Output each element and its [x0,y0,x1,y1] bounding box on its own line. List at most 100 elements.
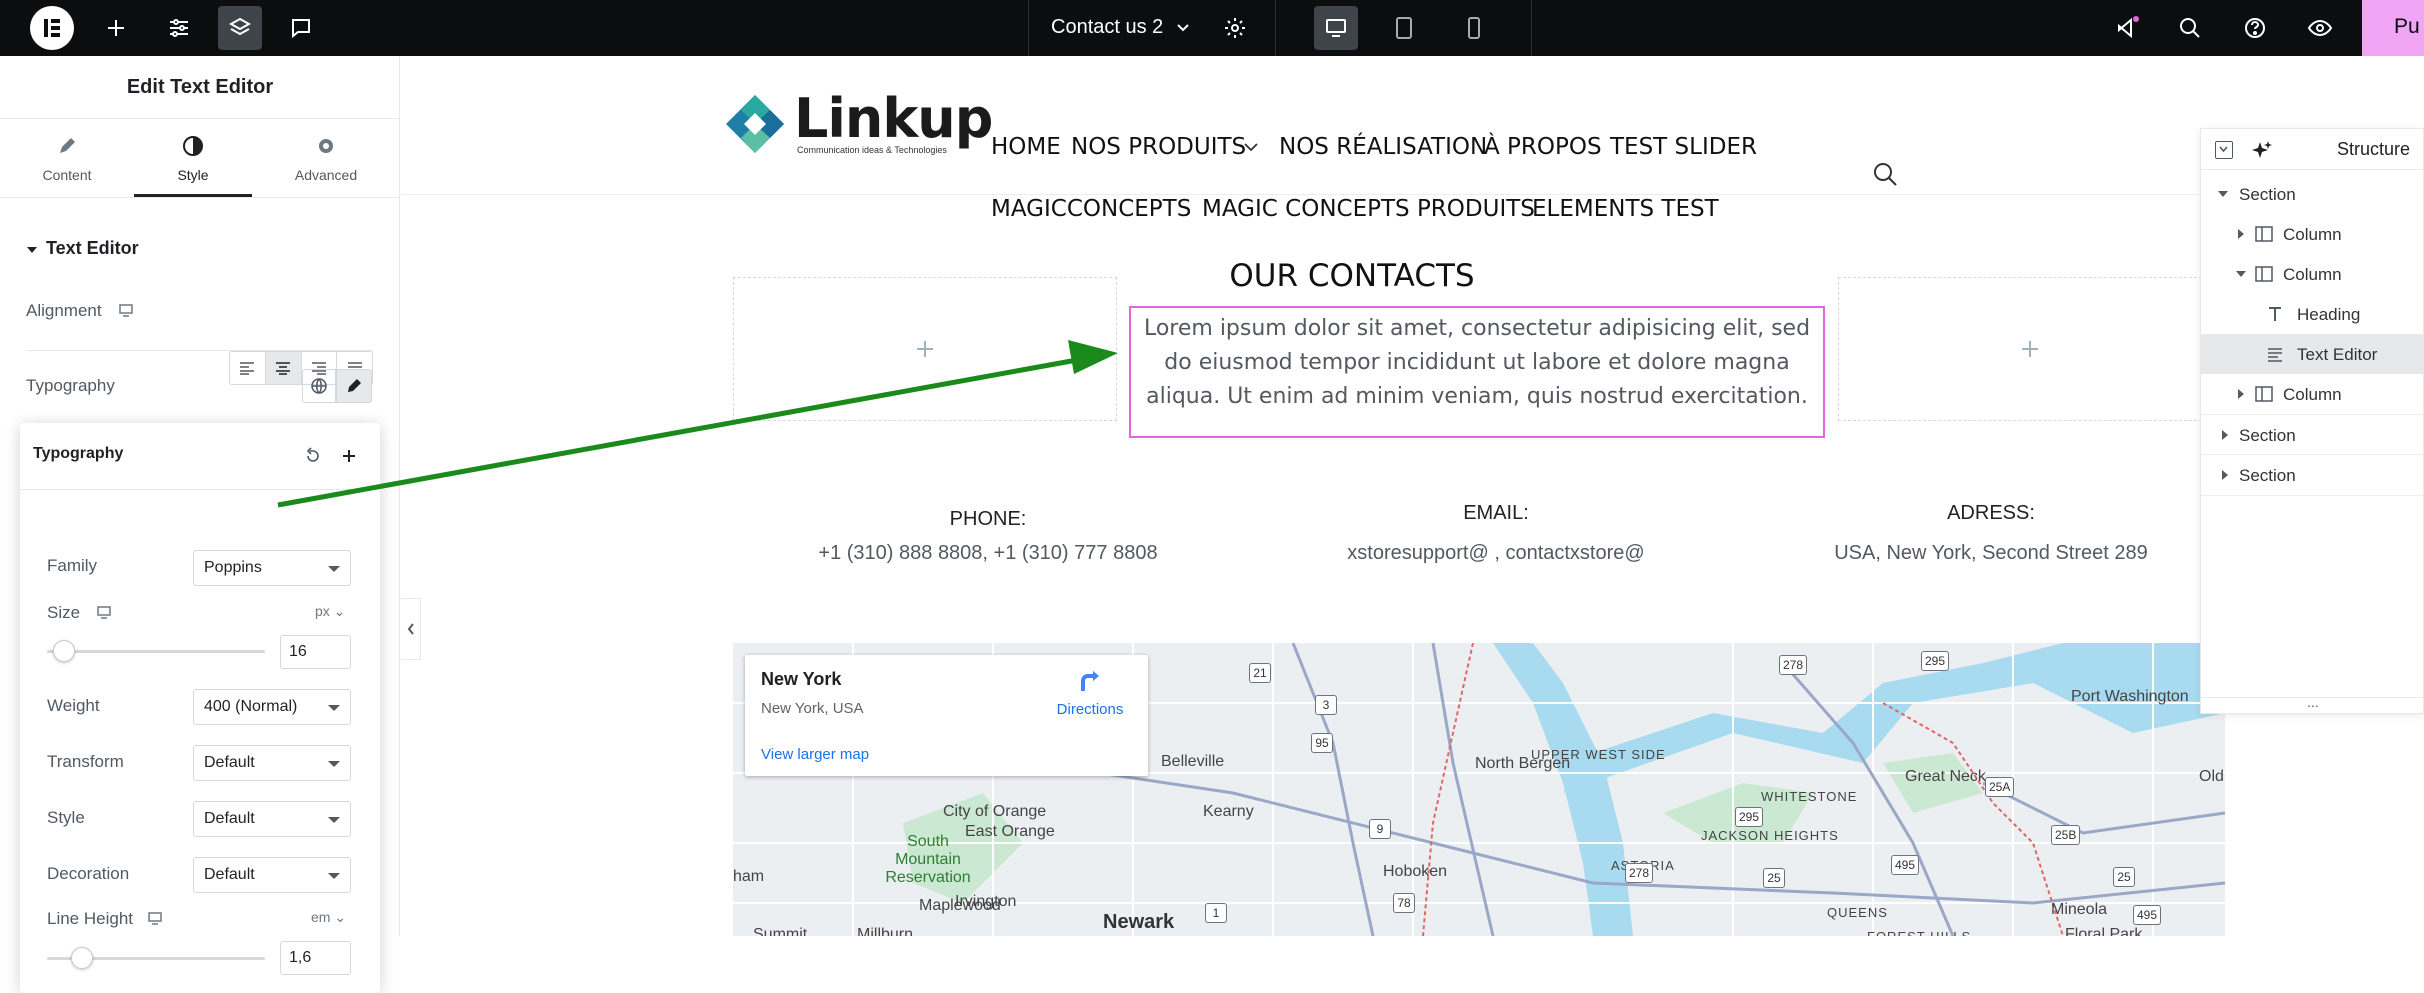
font-weight-select[interactable]: 400 (Normal) [193,689,351,725]
add-element-button[interactable] [94,6,138,50]
email-label: EMAIL: [1463,502,1529,524]
highway-shield: 495 [1891,855,1920,875]
collapse-all-button[interactable] [2215,141,2233,159]
structure-item-column[interactable]: Column [2201,374,2424,414]
size-slider-track[interactable] [47,650,265,653]
elementor-logo-button[interactable] [30,6,74,50]
structure-item-label: Section [2239,185,2296,204]
text-decoration-value: Default [204,866,255,883]
contacts-heading[interactable]: OUR CONTACTS [1129,258,1575,294]
map-place-label: UPPER WEST SIDE [1531,747,1666,762]
empty-column-left[interactable] [733,277,1117,421]
whats-new-button[interactable] [2106,6,2150,50]
column-icon [2255,386,2273,402]
nav-item-magic-concepts-produits[interactable]: MAGIC CONCEPTS PRODUITS [1202,196,1535,222]
tab-style[interactable]: Style [134,119,252,197]
directions-button[interactable]: Directions [1045,669,1135,729]
section-toggle-text-editor[interactable]: Text Editor [26,236,376,266]
text-decoration-select[interactable]: Default [193,857,351,893]
size-label: Size [47,603,81,622]
search-button[interactable] [2168,6,2212,50]
layers-icon [228,17,252,36]
nav-item-nos-produits[interactable]: NOS PRODUITS [1071,134,1246,160]
text-transform-value: Default [204,754,255,771]
header-search-button[interactable] [1871,160,1901,190]
map-place-label: Great Neck [1905,768,1986,785]
structure-item-text-editor[interactable]: Text Editor [2201,334,2424,374]
collapse-panel-button[interactable] [401,598,421,660]
structure-item-section[interactable]: Section [2201,454,2424,494]
text-transform-select[interactable]: Default [193,745,351,781]
structure-button[interactable] [218,6,262,50]
site-logo[interactable]: Linkup Communication ideas & Technologie… [724,87,993,163]
align-left-button[interactable] [230,352,266,384]
google-map[interactable]: Belleville North Bergen UPPER WEST SIDE WHI… [733,643,2225,936]
tab-label: Style [177,167,209,183]
nav-item-home[interactable]: HOME [991,134,1061,160]
structure-item-heading[interactable]: Heading [2201,294,2424,334]
edit-typography-button[interactable] [336,369,372,403]
publish-button[interactable]: Pu [2362,0,2424,56]
nav-item-magicconcepts[interactable]: MAGICCONCEPTS [991,196,1191,222]
ai-navigator-button[interactable] [2251,139,2273,161]
align-center-button[interactable] [265,352,302,384]
page-settings-button[interactable] [1213,6,1257,50]
line-height-slider-handle[interactable] [70,947,93,969]
map-place-label: Irvington [955,893,1017,910]
desktop-icon [119,304,133,317]
add-typography-button[interactable] [334,441,364,471]
mobile-view-button[interactable] [1452,6,1496,50]
global-typography-button[interactable] [302,369,336,403]
tablet-icon [1396,17,1412,39]
structure-item-column[interactable]: Column [2201,214,2424,254]
align-left-icon [240,362,255,375]
comments-button[interactable] [279,6,323,50]
line-height-input[interactable]: 1,6 [280,941,351,975]
chevron-down-icon [1244,143,1258,152]
desktop-icon [148,912,162,925]
structure-item-label: Column [2283,265,2342,284]
add-widget-icon [917,341,933,357]
size-slider-handle[interactable] [53,640,76,662]
structure-item-section[interactable]: Section [2201,414,2424,454]
size-input[interactable]: 16 [280,635,351,669]
empty-column-right[interactable] [1838,277,2222,421]
transform-label: Transform [47,752,124,771]
preview-button[interactable] [2298,6,2342,50]
plus-icon [343,450,355,462]
text-editor-widget[interactable]: Lorem ipsum dolor sit amet, consectetur … [1129,306,1825,438]
help-button[interactable] [2233,6,2277,50]
comment-icon [292,19,310,39]
line-height-unit-select[interactable]: em ⌄ [311,909,346,926]
structure-resize-handle[interactable]: ... [2201,695,2424,714]
structure-item-section[interactable]: Section [2201,174,2424,214]
nav-item-a-propos[interactable]: À PROPOS [1484,134,1602,160]
font-style-select[interactable]: Default [193,801,351,837]
phone-value: +1 (310) 888 8808, +1 (310) 777 8808 [818,542,1158,564]
map-place-label: WHITESTONE [1761,789,1858,804]
directions-icon [1081,671,1099,691]
size-unit-select[interactable]: px ⌄ [315,603,345,620]
page-title: Contact us 2 [1051,16,1164,38]
site-settings-button[interactable] [157,6,201,50]
reset-typography-button[interactable] [298,441,328,471]
tab-label: Advanced [294,167,358,183]
map-place-label: Millburn [857,926,914,936]
view-larger-map-link[interactable]: View larger map [761,746,869,763]
highway-shield: 25B [2051,825,2081,845]
elementor-logo-icon [30,6,74,50]
tablet-view-button[interactable] [1382,6,1426,50]
text-editor-icon [2268,348,2282,362]
nav-item-elements-test[interactable]: ELEMENTS TEST [1532,196,1719,222]
editor-topbar: Contact us 2 Pu [0,0,2424,56]
caret-down-icon [2218,191,2228,197]
desktop-view-button[interactable] [1314,6,1358,50]
tab-advanced[interactable]: Advanced [252,119,400,197]
structure-item-column[interactable]: Column [2201,254,2424,294]
desktop-icon [1326,19,1346,37]
nav-item-nos-realisation[interactable]: NOS RÉALISATION [1279,134,1487,160]
font-family-select[interactable]: Poppins [193,550,351,586]
nav-item-test-slider[interactable]: TEST SLIDER [1610,134,1757,160]
tab-content[interactable]: Content [0,119,134,197]
logo-wordmark: Linkup [794,87,993,150]
